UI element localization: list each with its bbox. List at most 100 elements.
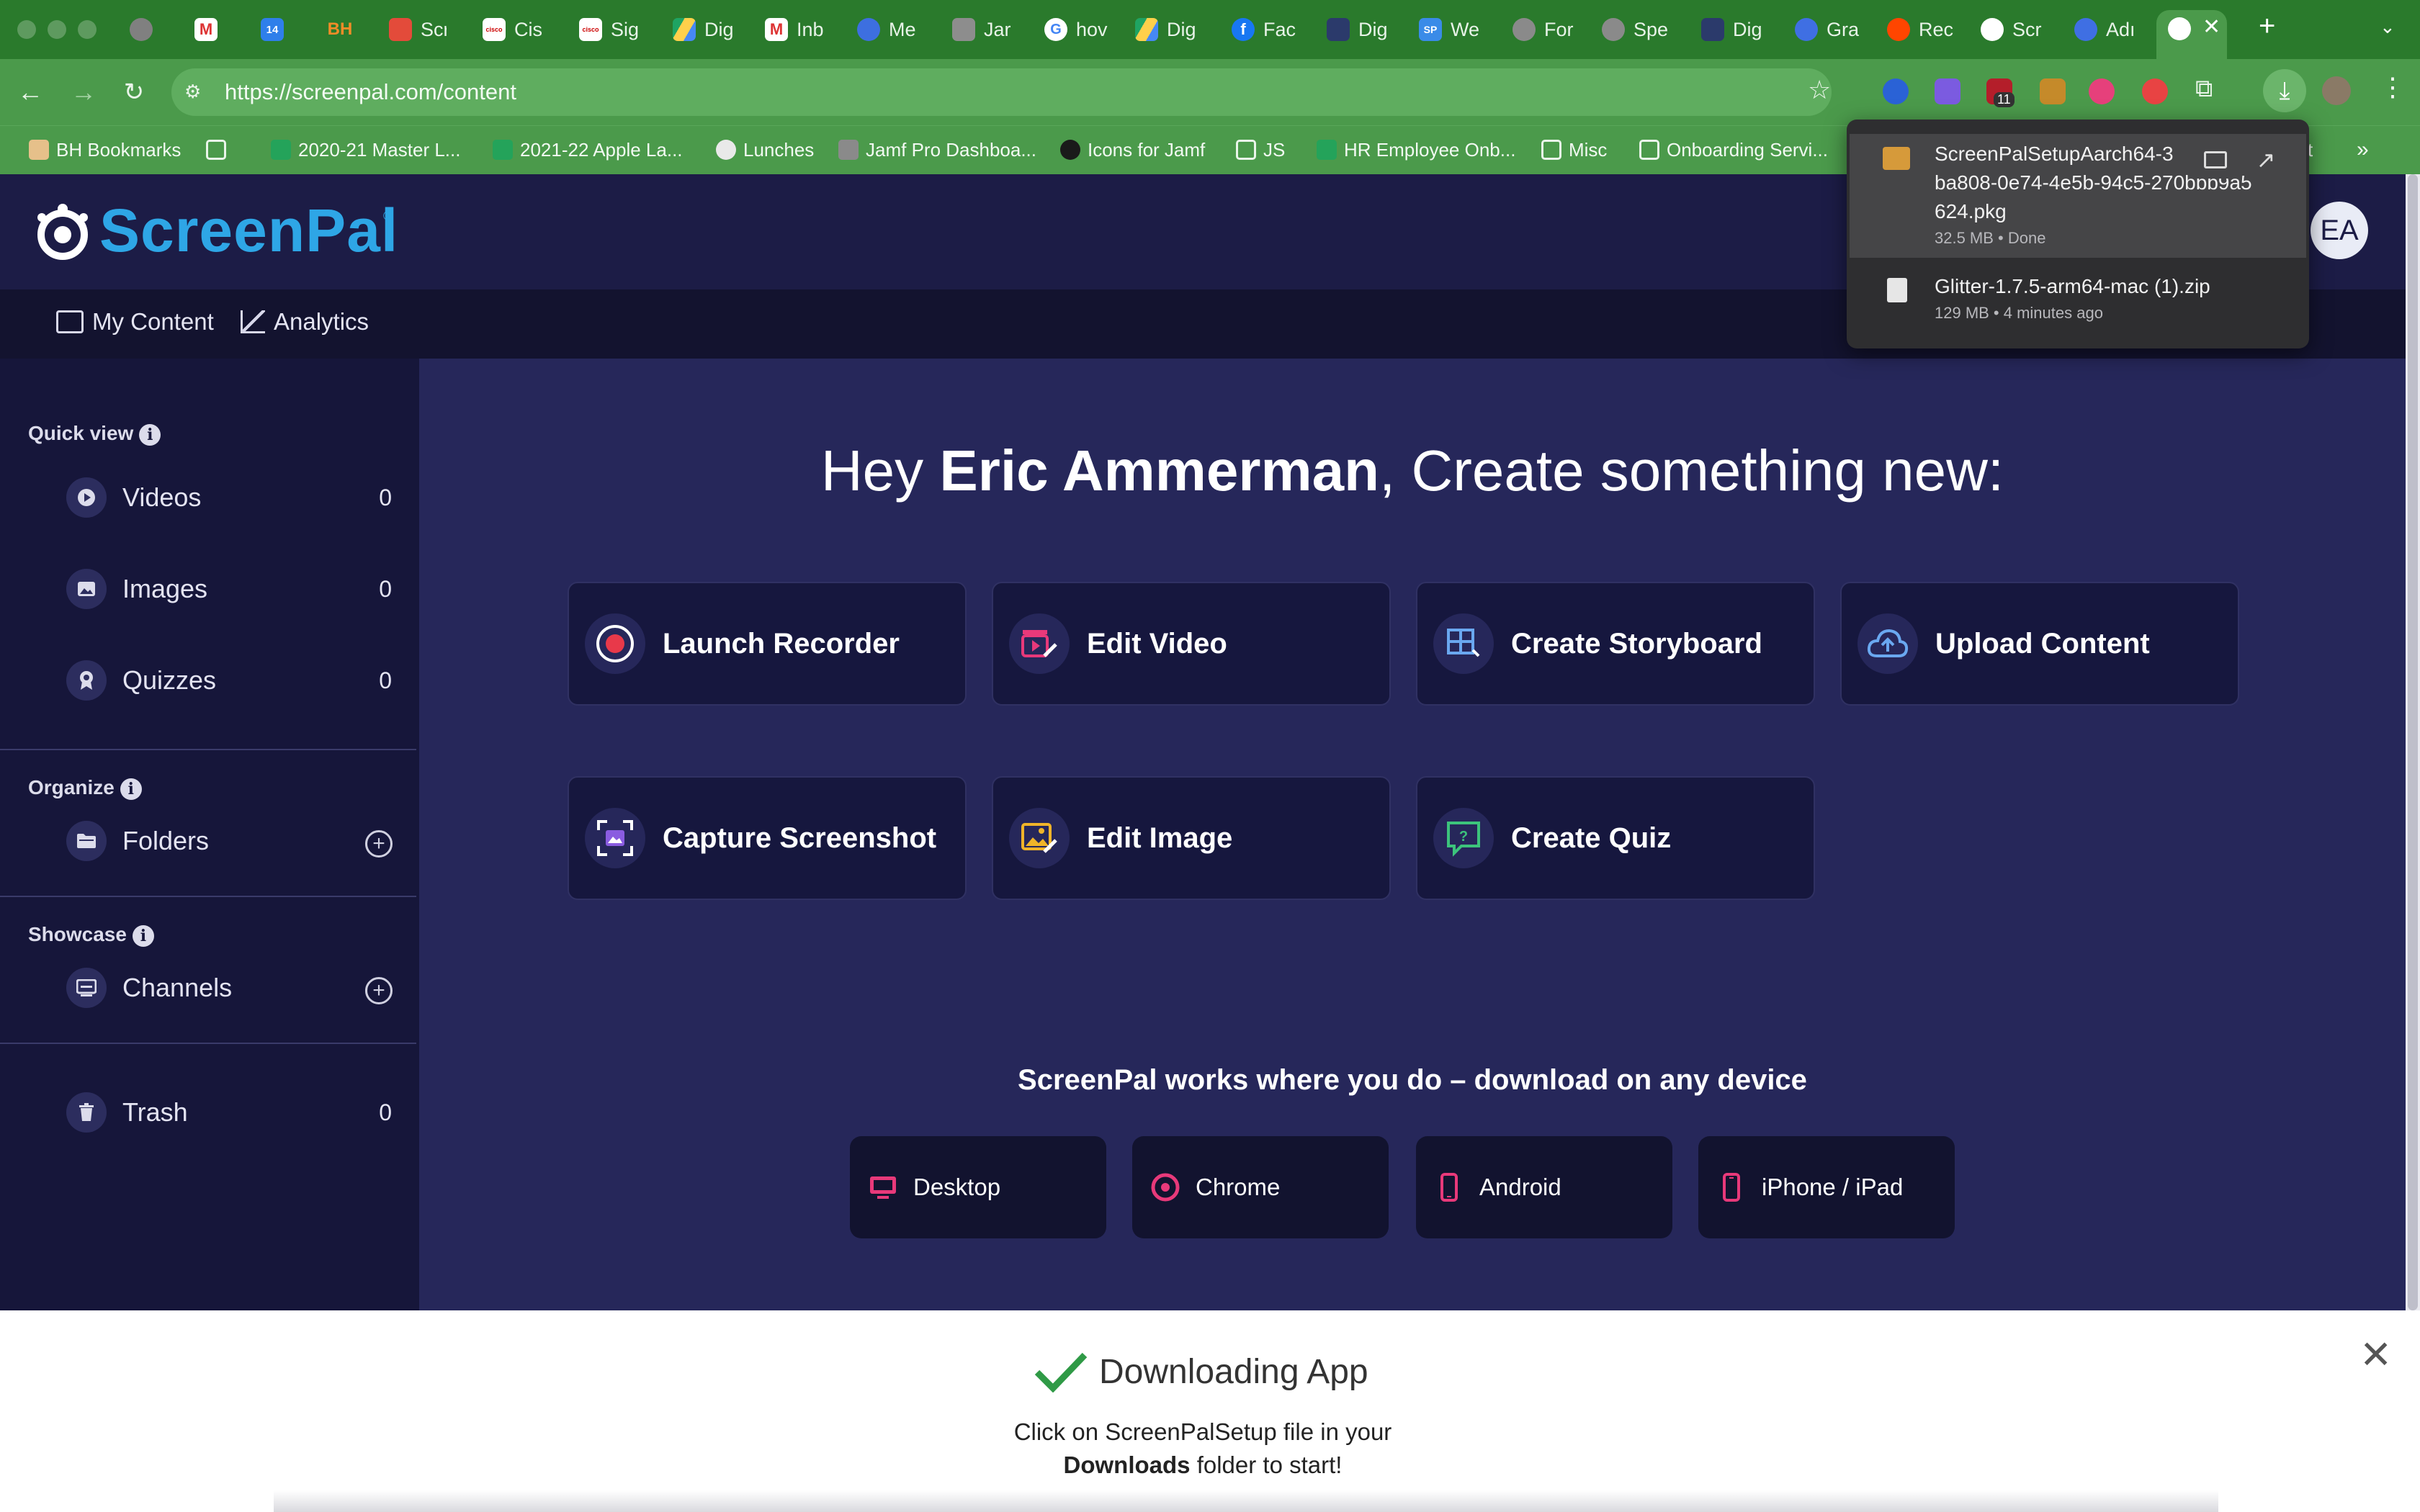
- close-banner-icon[interactable]: ✕: [2360, 1332, 2392, 1377]
- close-tab-icon[interactable]: ✕: [2202, 14, 2220, 40]
- menu-kebab-icon[interactable]: ⋮: [2380, 72, 2406, 102]
- info-icon[interactable]: i: [120, 778, 142, 800]
- forward-button[interactable]: →: [69, 77, 98, 107]
- add-folder-button[interactable]: +: [365, 830, 393, 858]
- bookmark[interactable]: 2021-22 Apple La...: [493, 137, 683, 163]
- extension-icon[interactable]: [1883, 78, 1909, 104]
- url-text[interactable]: https://screenpal.com/content: [225, 79, 516, 105]
- tab[interactable]: f Fac: [1232, 13, 1296, 46]
- apps-grid-button[interactable]: [206, 137, 233, 163]
- reload-button[interactable]: ↻: [120, 78, 148, 107]
- info-icon[interactable]: i: [139, 423, 161, 446]
- scrollbar-thumb[interactable]: [2408, 174, 2418, 1310]
- tab[interactable]: cisco Cis: [483, 13, 542, 46]
- bookmarks-overflow-chevron-icon[interactable]: »: [2357, 137, 2369, 163]
- bookmark-folder[interactable]: JS: [1236, 137, 1285, 163]
- bookmark-label: Lunches: [743, 138, 815, 161]
- bookmark[interactable]: HR Employee Onb...: [1317, 137, 1515, 163]
- show-in-folder-button[interactable]: [2194, 141, 2237, 179]
- edit-video-button[interactable]: Edit Video: [992, 582, 1391, 706]
- tab[interactable]: M Inb: [765, 13, 827, 46]
- globe-icon: [130, 18, 153, 41]
- sidebar-item-trash[interactable]: Trash 0: [66, 1087, 392, 1138]
- globe-icon: [1602, 18, 1625, 41]
- nav-my-content[interactable]: My Content: [56, 308, 214, 336]
- back-button[interactable]: ←: [16, 77, 45, 107]
- bookmark[interactable]: 2020-21 Master L...: [271, 137, 460, 163]
- bookmark-folder[interactable]: Onboarding Servi...: [1639, 137, 1828, 163]
- bookmark-folder[interactable]: Misc: [1541, 137, 1607, 163]
- download-desktop-button[interactable]: Desktop: [850, 1136, 1106, 1238]
- tab[interactable]: Spe: [1602, 13, 1671, 46]
- sidebar-divider: [0, 896, 416, 897]
- app-logo-text[interactable]: ScreenPal: [99, 196, 398, 266]
- bookmark[interactable]: Icons for Jamf: [1060, 137, 1205, 163]
- launch-recorder-button[interactable]: Launch Recorder: [568, 582, 967, 706]
- tab[interactable]: [130, 13, 156, 46]
- upload-content-button[interactable]: Upload Content: [1840, 582, 2239, 706]
- download-filename-line[interactable]: Glitter-1.7.5-arm64-mac (1).zip: [1935, 272, 2210, 301]
- profile-avatar[interactable]: [2322, 76, 2351, 105]
- tab-title: Dig: [704, 18, 734, 40]
- tab[interactable]: Adı: [2074, 13, 2146, 46]
- edit-image-button[interactable]: Edit Image: [992, 776, 1391, 900]
- bookmark-folder[interactable]: BH Bookmarks: [29, 137, 181, 163]
- extension-icon[interactable]: [2142, 78, 2168, 104]
- tab[interactable]: 14: [261, 13, 290, 46]
- bookmark[interactable]: Lunches: [716, 137, 814, 163]
- tab-title: Me: [889, 18, 916, 40]
- tab[interactable]: Dig: [1701, 13, 1767, 46]
- extension-icon[interactable]: [2040, 78, 2066, 104]
- tab[interactable]: For: [1512, 13, 1579, 46]
- sidebar-item-quizzes[interactable]: Quizzes 0: [66, 655, 392, 706]
- tab[interactable]: Scr: [1981, 13, 2050, 46]
- screenpal-extension-icon[interactable]: [2089, 78, 2115, 104]
- info-icon[interactable]: i: [132, 924, 154, 947]
- create-storyboard-button[interactable]: Create Storyboard: [1416, 582, 1815, 706]
- tab-search-chevron-icon[interactable]: ⌄: [2380, 16, 2396, 38]
- tab[interactable]: cisco Sig: [579, 13, 638, 46]
- tab[interactable]: Dig: [1135, 13, 1200, 46]
- new-tab-button[interactable]: +: [2259, 10, 2275, 42]
- tab[interactable]: Dig: [673, 13, 735, 46]
- bookmark[interactable]: Jamf Pro Dashboa...: [838, 137, 1036, 163]
- nav-analytics[interactable]: Analytics: [241, 308, 369, 336]
- tab[interactable]: BH: [326, 13, 359, 46]
- open-file-button[interactable]: ↗: [2244, 141, 2287, 179]
- user-name: Eric Ammerman: [939, 438, 1379, 503]
- active-tab[interactable]: ✕: [2156, 10, 2227, 59]
- downloads-icon[interactable]: ⤓: [2263, 69, 2306, 112]
- sidebar-item-videos[interactable]: Videos 0: [66, 472, 392, 523]
- tab[interactable]: SP We: [1419, 13, 1487, 46]
- site-settings-icon[interactable]: ⚙: [184, 81, 207, 104]
- jamf-icon: [952, 18, 975, 41]
- minimize-window-button[interactable]: [48, 20, 66, 39]
- sidebar-item-folders[interactable]: Folders: [66, 816, 326, 866]
- tab[interactable]: Rec: [1887, 13, 1956, 46]
- download-android-button[interactable]: Android: [1416, 1136, 1672, 1238]
- download-chrome-button[interactable]: Chrome: [1132, 1136, 1389, 1238]
- drive-icon: [1135, 18, 1158, 41]
- extensions-puzzle-icon[interactable]: ⧉: [2195, 75, 2213, 103]
- tab[interactable]: Scr: [389, 13, 447, 46]
- create-quiz-button[interactable]: ? Create Quiz: [1416, 776, 1815, 900]
- tab[interactable]: Jar: [952, 13, 1016, 46]
- tab[interactable]: Gra: [1795, 13, 1863, 46]
- add-channel-button[interactable]: +: [365, 977, 393, 1004]
- capture-screenshot-button[interactable]: Capture Screenshot: [568, 776, 967, 900]
- extension-icon[interactable]: [1935, 78, 1960, 104]
- folder-icon: [1541, 140, 1561, 160]
- bookmark-star-icon[interactable]: ☆: [1808, 75, 1831, 105]
- tab[interactable]: M: [194, 13, 220, 46]
- tab[interactable]: Me: [857, 13, 920, 46]
- user-avatar[interactable]: EA: [2311, 202, 2368, 259]
- download-iphone-ipad-button[interactable]: iPhone / iPad: [1698, 1136, 1955, 1238]
- close-window-button[interactable]: [17, 20, 36, 39]
- maximize-window-button[interactable]: [78, 20, 97, 39]
- sidebar-item-images[interactable]: Images 0: [66, 564, 392, 614]
- bookmark-label: 2021-22 Apple La...: [520, 138, 683, 161]
- sidebar-item-channels[interactable]: Channels: [66, 963, 326, 1013]
- tab[interactable]: Dig: [1327, 13, 1392, 46]
- screenpal-logo-icon[interactable]: [32, 202, 94, 264]
- tab[interactable]: Ghov: [1044, 13, 1109, 46]
